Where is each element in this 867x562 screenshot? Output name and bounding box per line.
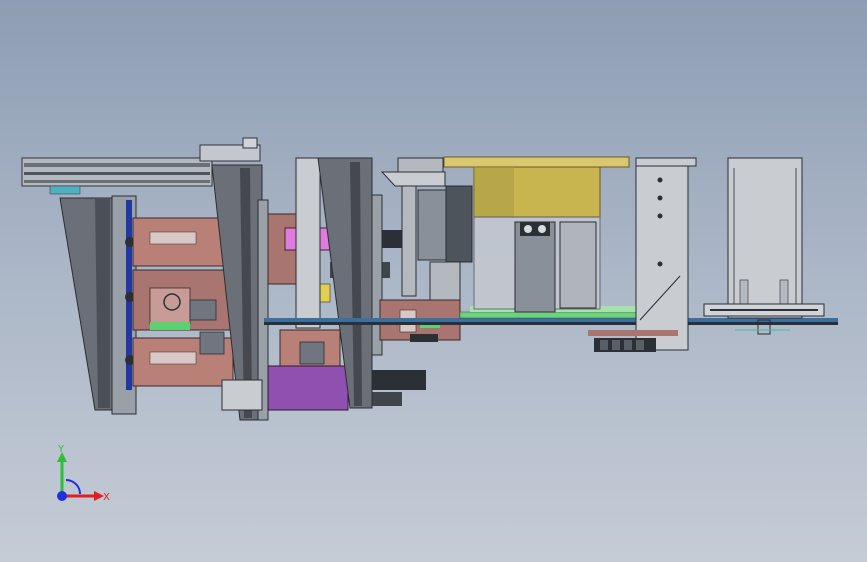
support-plate[interactable] — [635, 157, 697, 351]
coordinate-triad: Y X — [57, 444, 110, 503]
y-axis-label: Y — [57, 444, 65, 455]
right-enclosure[interactable] — [703, 157, 825, 335]
cad-model-drawing[interactable]: Y X — [0, 0, 867, 562]
left-tapered-column[interactable] — [59, 195, 137, 415]
x-axis-label: X — [103, 492, 110, 503]
cad-viewport[interactable]: Y X — [0, 0, 867, 562]
z-axis-dot — [57, 491, 67, 501]
left-slide-assemblies[interactable] — [132, 217, 234, 387]
rotary-housing[interactable] — [473, 216, 601, 313]
